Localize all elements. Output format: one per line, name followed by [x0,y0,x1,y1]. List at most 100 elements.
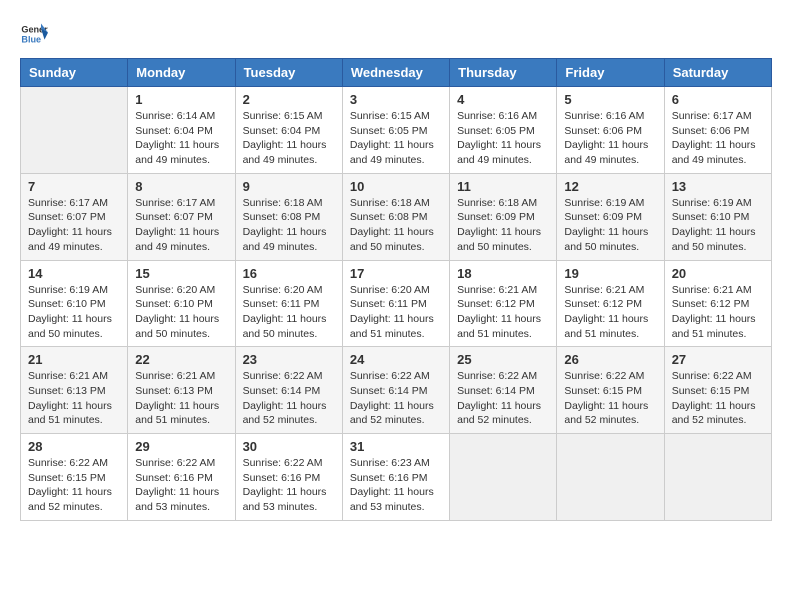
header-saturday: Saturday [664,59,771,87]
day-detail: Sunrise: 6:15 AM Sunset: 6:04 PM Dayligh… [243,109,335,168]
calendar-cell: 2 Sunrise: 6:15 AM Sunset: 6:04 PM Daylig… [235,87,342,174]
day-number: 21 [28,352,120,367]
calendar-cell: 8 Sunrise: 6:17 AM Sunset: 6:07 PM Daylig… [128,173,235,260]
calendar-cell: 1 Sunrise: 6:14 AM Sunset: 6:04 PM Daylig… [128,87,235,174]
day-detail: Sunrise: 6:19 AM Sunset: 6:10 PM Dayligh… [672,196,764,255]
calendar-cell: 19Sunrise: 6:21 AM Sunset: 6:12 PM Dayli… [557,260,664,347]
header-sunday: Sunday [21,59,128,87]
week-row-2: 14 Sunrise: 6:19 AM Sunset: 6:10 PM Dayli… [21,260,772,347]
calendar-cell: 21 Sunrise: 6:21 AM Sunset: 6:13 PM Dayli… [21,347,128,434]
calendar-cell: 9 Sunrise: 6:18 AM Sunset: 6:08 PM Daylig… [235,173,342,260]
logo-icon: General Blue [20,20,48,48]
calendar-cell: 18 Sunrise: 6:21 AM Sunset: 6:12 PM Dayli… [450,260,557,347]
day-number: 25 [457,352,549,367]
calendar-cell: 3Sunrise: 6:15 AM Sunset: 6:05 PM Daylig… [342,87,449,174]
day-detail: Sunrise: 6:15 AM Sunset: 6:05 PM Dayligh… [350,109,442,168]
calendar-cell [450,434,557,521]
day-number: 26 [564,352,656,367]
day-number: 1 [135,92,227,107]
calendar-table: SundayMondayTuesdayWednesdayThursdayFrid… [20,58,772,521]
logo: General Blue [20,20,54,48]
day-number: 19 [564,266,656,281]
calendar-body: 1 Sunrise: 6:14 AM Sunset: 6:04 PM Daylig… [21,87,772,521]
day-detail: Sunrise: 6:22 AM Sunset: 6:14 PM Dayligh… [243,369,335,428]
day-detail: Sunrise: 6:21 AM Sunset: 6:12 PM Dayligh… [672,283,764,342]
day-number: 8 [135,179,227,194]
week-row-0: 1 Sunrise: 6:14 AM Sunset: 6:04 PM Daylig… [21,87,772,174]
calendar-header-row: SundayMondayTuesdayWednesdayThursdayFrid… [21,59,772,87]
day-detail: Sunrise: 6:17 AM Sunset: 6:07 PM Dayligh… [135,196,227,255]
calendar-cell: 4Sunrise: 6:16 AM Sunset: 6:05 PM Daylig… [450,87,557,174]
day-detail: Sunrise: 6:20 AM Sunset: 6:11 PM Dayligh… [350,283,442,342]
day-number: 29 [135,439,227,454]
day-detail: Sunrise: 6:23 AM Sunset: 6:16 PM Dayligh… [350,456,442,515]
day-number: 30 [243,439,335,454]
day-number: 2 [243,92,335,107]
day-number: 22 [135,352,227,367]
day-detail: Sunrise: 6:17 AM Sunset: 6:06 PM Dayligh… [672,109,764,168]
day-detail: Sunrise: 6:20 AM Sunset: 6:10 PM Dayligh… [135,283,227,342]
day-detail: Sunrise: 6:22 AM Sunset: 6:15 PM Dayligh… [672,369,764,428]
day-detail: Sunrise: 6:21 AM Sunset: 6:13 PM Dayligh… [28,369,120,428]
day-number: 6 [672,92,764,107]
day-number: 5 [564,92,656,107]
calendar-cell: 29 Sunrise: 6:22 AM Sunset: 6:16 PM Dayli… [128,434,235,521]
calendar-cell: 30Sunrise: 6:22 AM Sunset: 6:16 PM Dayli… [235,434,342,521]
day-detail: Sunrise: 6:18 AM Sunset: 6:09 PM Dayligh… [457,196,549,255]
day-number: 15 [135,266,227,281]
calendar-cell: 31 Sunrise: 6:23 AM Sunset: 6:16 PM Dayli… [342,434,449,521]
day-number: 28 [28,439,120,454]
day-number: 7 [28,179,120,194]
day-detail: Sunrise: 6:22 AM Sunset: 6:14 PM Dayligh… [350,369,442,428]
day-number: 23 [243,352,335,367]
calendar-cell [664,434,771,521]
day-detail: Sunrise: 6:19 AM Sunset: 6:09 PM Dayligh… [564,196,656,255]
day-number: 11 [457,179,549,194]
day-detail: Sunrise: 6:17 AM Sunset: 6:07 PM Dayligh… [28,196,120,255]
day-detail: Sunrise: 6:16 AM Sunset: 6:06 PM Dayligh… [564,109,656,168]
day-detail: Sunrise: 6:22 AM Sunset: 6:16 PM Dayligh… [135,456,227,515]
calendar-cell: 13Sunrise: 6:19 AM Sunset: 6:10 PM Dayli… [664,173,771,260]
calendar-cell: 26 Sunrise: 6:22 AM Sunset: 6:15 PM Dayli… [557,347,664,434]
page-header: General Blue [20,20,772,48]
day-detail: Sunrise: 6:22 AM Sunset: 6:14 PM Dayligh… [457,369,549,428]
day-number: 31 [350,439,442,454]
day-detail: Sunrise: 6:20 AM Sunset: 6:11 PM Dayligh… [243,283,335,342]
week-row-3: 21 Sunrise: 6:21 AM Sunset: 6:13 PM Dayli… [21,347,772,434]
calendar-cell [557,434,664,521]
calendar-cell: 6 Sunrise: 6:17 AM Sunset: 6:06 PM Daylig… [664,87,771,174]
calendar-cell: 15 Sunrise: 6:20 AM Sunset: 6:10 PM Dayli… [128,260,235,347]
day-number: 14 [28,266,120,281]
calendar-cell: 27 Sunrise: 6:22 AM Sunset: 6:15 PM Dayli… [664,347,771,434]
calendar-cell: 5 Sunrise: 6:16 AM Sunset: 6:06 PM Daylig… [557,87,664,174]
header-tuesday: Tuesday [235,59,342,87]
calendar-cell: 25 Sunrise: 6:22 AM Sunset: 6:14 PM Dayli… [450,347,557,434]
week-row-1: 7 Sunrise: 6:17 AM Sunset: 6:07 PM Daylig… [21,173,772,260]
day-detail: Sunrise: 6:21 AM Sunset: 6:13 PM Dayligh… [135,369,227,428]
day-number: 12 [564,179,656,194]
day-detail: Sunrise: 6:22 AM Sunset: 6:15 PM Dayligh… [28,456,120,515]
day-number: 27 [672,352,764,367]
day-detail: Sunrise: 6:18 AM Sunset: 6:08 PM Dayligh… [243,196,335,255]
calendar-cell: 20 Sunrise: 6:21 AM Sunset: 6:12 PM Dayli… [664,260,771,347]
day-number: 4 [457,92,549,107]
day-detail: Sunrise: 6:19 AM Sunset: 6:10 PM Dayligh… [28,283,120,342]
day-detail: Sunrise: 6:21 AM Sunset: 6:12 PM Dayligh… [457,283,549,342]
day-number: 10 [350,179,442,194]
svg-text:Blue: Blue [21,34,41,44]
calendar-cell: 7 Sunrise: 6:17 AM Sunset: 6:07 PM Daylig… [21,173,128,260]
day-number: 16 [243,266,335,281]
week-row-4: 28 Sunrise: 6:22 AM Sunset: 6:15 PM Dayli… [21,434,772,521]
day-detail: Sunrise: 6:18 AM Sunset: 6:08 PM Dayligh… [350,196,442,255]
calendar-cell: 12 Sunrise: 6:19 AM Sunset: 6:09 PM Dayli… [557,173,664,260]
header-monday: Monday [128,59,235,87]
day-detail: Sunrise: 6:14 AM Sunset: 6:04 PM Dayligh… [135,109,227,168]
calendar-cell [21,87,128,174]
day-detail: Sunrise: 6:22 AM Sunset: 6:15 PM Dayligh… [564,369,656,428]
day-number: 20 [672,266,764,281]
calendar-cell: 22 Sunrise: 6:21 AM Sunset: 6:13 PM Dayli… [128,347,235,434]
calendar-cell: 23 Sunrise: 6:22 AM Sunset: 6:14 PM Dayli… [235,347,342,434]
day-number: 9 [243,179,335,194]
day-number: 18 [457,266,549,281]
calendar-cell: 16 Sunrise: 6:20 AM Sunset: 6:11 PM Dayli… [235,260,342,347]
